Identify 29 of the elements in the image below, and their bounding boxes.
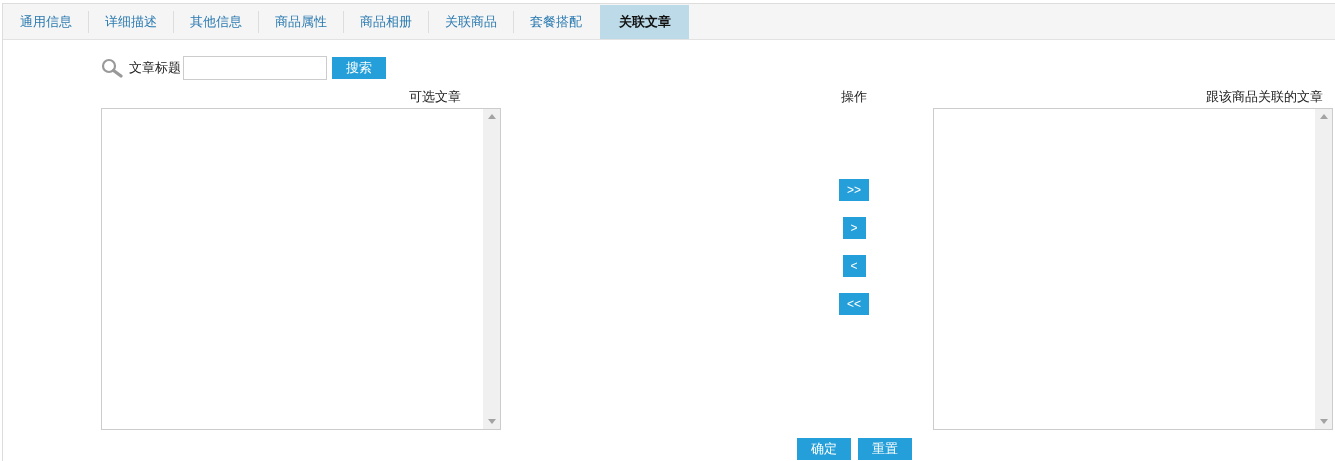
list-title: 可选文章 [409, 87, 461, 106]
list-box[interactable] [101, 108, 501, 430]
tab[interactable]: 通用信息 [4, 3, 88, 40]
search-button[interactable]: 搜索 [332, 57, 386, 79]
tab[interactable]: 详细描述 [89, 3, 173, 40]
search-label: 文章标题 [129, 59, 181, 78]
list-title: 跟该商品关联的文章 [1206, 87, 1323, 106]
scroll-up-icon[interactable] [487, 114, 496, 119]
tab[interactable]: 商品属性 [259, 3, 343, 40]
scroll-down-icon[interactable] [487, 419, 496, 424]
tab[interactable]: 商品相册 [344, 3, 428, 40]
column-title: 操作 [841, 87, 867, 106]
tab[interactable]: 其他信息 [174, 3, 258, 40]
confirm-button[interactable]: 确定 [797, 438, 851, 460]
move-button[interactable]: < [842, 255, 866, 277]
reset-button[interactable]: 重置 [858, 438, 912, 460]
tab[interactable]: 套餐搭配 [514, 3, 598, 40]
tab[interactable]: 关联文章 [600, 4, 689, 39]
list-box[interactable] [933, 108, 1333, 430]
tab[interactable]: 关联商品 [429, 3, 513, 40]
scrollbar[interactable] [1315, 109, 1332, 429]
search-field[interactable] [183, 56, 327, 80]
move-button[interactable]: >> [839, 179, 869, 201]
scroll-down-icon[interactable] [1319, 419, 1328, 424]
scrollbar[interactable] [483, 109, 500, 429]
move-button[interactable]: > [842, 217, 866, 239]
move-button[interactable]: << [839, 293, 869, 315]
search-icon [101, 58, 123, 78]
scroll-up-icon[interactable] [1319, 114, 1328, 119]
